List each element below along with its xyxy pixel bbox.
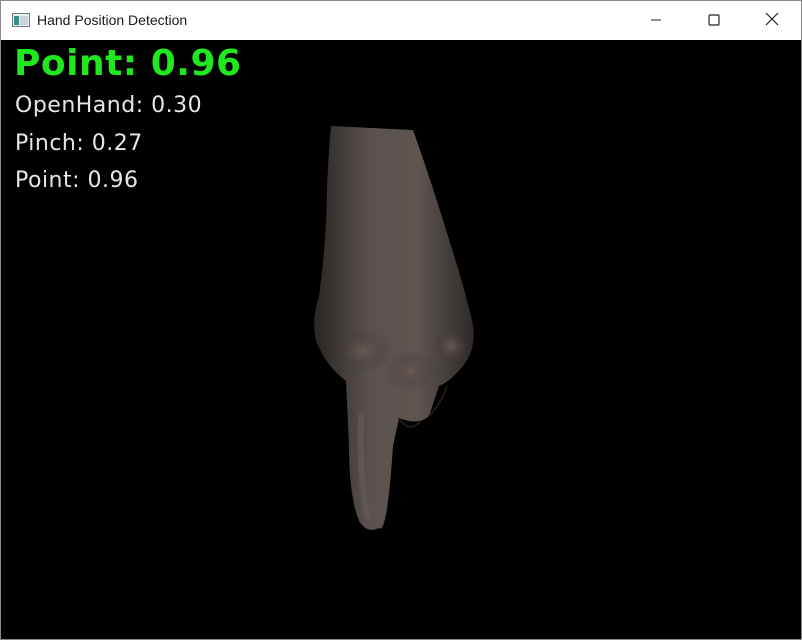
score-pinch: Pinch: 0.27	[15, 131, 143, 156]
minimize-icon	[650, 11, 662, 30]
top-prediction-label: Point: 0.96	[14, 43, 242, 84]
hand-image	[314, 126, 474, 530]
title-bar[interactable]: Hand Position Detection	[1, 1, 801, 39]
close-icon	[765, 11, 779, 30]
window-title: Hand Position Detection	[37, 12, 188, 28]
score-openhand: OpenHand: 0.30	[15, 93, 203, 118]
app-window-icon	[12, 12, 30, 27]
app-window: Hand Position Detection Point: 0.96 Open…	[0, 0, 802, 640]
camera-feed: Point: 0.96 OpenHand: 0.30 Pinch: 0.27 P…	[1, 40, 801, 639]
minimize-button[interactable]	[627, 1, 685, 39]
score-point: Point: 0.96	[15, 168, 139, 193]
maximize-icon	[708, 11, 720, 30]
maximize-button[interactable]	[685, 1, 743, 39]
close-button[interactable]	[743, 1, 801, 39]
